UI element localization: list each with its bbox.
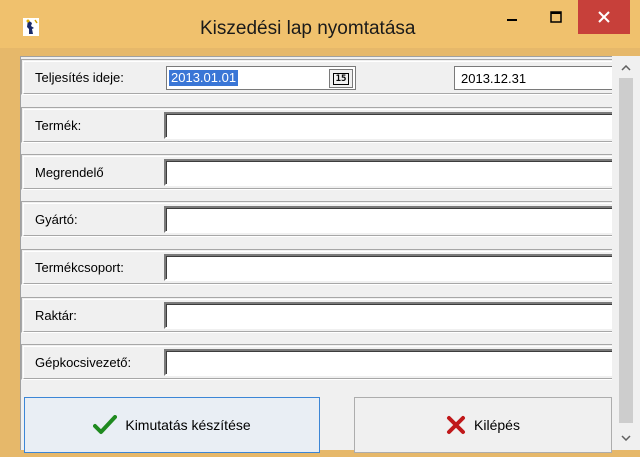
scroll-down-button[interactable] (612, 428, 640, 448)
vertical-scrollbar[interactable] (612, 56, 640, 450)
driver-label: Gépkocsivezető: (35, 355, 132, 370)
minimize-icon (507, 19, 517, 21)
exit-button[interactable]: Kilépés (354, 397, 612, 453)
chevron-down-icon (621, 435, 631, 441)
date-from-picker[interactable]: 2013.01.01 15 (166, 66, 356, 90)
scroll-up-button[interactable] (612, 58, 640, 78)
exit-label: Kilépés (474, 417, 520, 433)
product-group-label: Termékcsoport: (35, 260, 124, 275)
customer-row: Megrendelő (21, 154, 622, 190)
create-report-button[interactable]: Kimutatás készítése (24, 397, 320, 453)
title-bar[interactable]: Kiszedési lap nyomtatása (0, 0, 640, 48)
close-button[interactable] (578, 0, 630, 34)
window: Kiszedési lap nyomtatása Teljesítés idej… (0, 0, 640, 457)
x-icon (447, 416, 466, 434)
manufacturer-row: Gyártó: (21, 201, 622, 237)
date-to-picker[interactable]: 2013.12.31 (454, 66, 614, 90)
maximize-button[interactable] (534, 0, 578, 34)
close-icon (598, 11, 610, 23)
date-range-label: Teljesítés ideje: (35, 70, 124, 85)
product-group-row: Termékcsoport: (21, 249, 622, 285)
customer-input[interactable] (164, 159, 622, 186)
calendar-icon: 15 (332, 72, 350, 85)
chevron-up-icon (621, 65, 631, 71)
minimize-button[interactable] (490, 0, 534, 34)
form-area: Teljesítés ideje: 2013.01.01 15 2013.12.… (20, 56, 640, 450)
product-row: Termék: (21, 107, 622, 143)
driver-input[interactable] (164, 349, 622, 376)
driver-row: Gépkocsivezető: (21, 344, 622, 380)
manufacturer-label: Gyártó: (35, 212, 78, 227)
warehouse-label: Raktár: (35, 308, 77, 323)
date-from-value[interactable]: 2013.01.01 (169, 70, 239, 86)
date-range-row: Teljesítés ideje: 2013.01.01 15 2013.12.… (21, 59, 621, 95)
date-to-value[interactable]: 2013.12.31 (461, 71, 526, 87)
product-group-input[interactable] (164, 254, 622, 281)
scroll-thumb[interactable] (619, 78, 633, 423)
warehouse-row: Raktár: (21, 297, 622, 333)
warehouse-input[interactable] (164, 302, 622, 329)
manufacturer-input[interactable] (164, 206, 622, 233)
product-input[interactable] (164, 112, 622, 139)
calendar-button[interactable]: 15 (329, 69, 353, 88)
window-title: Kiszedési lap nyomtatása (200, 18, 416, 39)
maximize-icon (550, 11, 562, 23)
create-report-label: Kimutatás készítése (125, 417, 251, 433)
customer-label: Megrendelő (35, 165, 104, 180)
wizard-app-icon[interactable] (22, 18, 40, 36)
checkmark-icon (93, 415, 118, 434)
product-label: Termék: (35, 118, 82, 133)
